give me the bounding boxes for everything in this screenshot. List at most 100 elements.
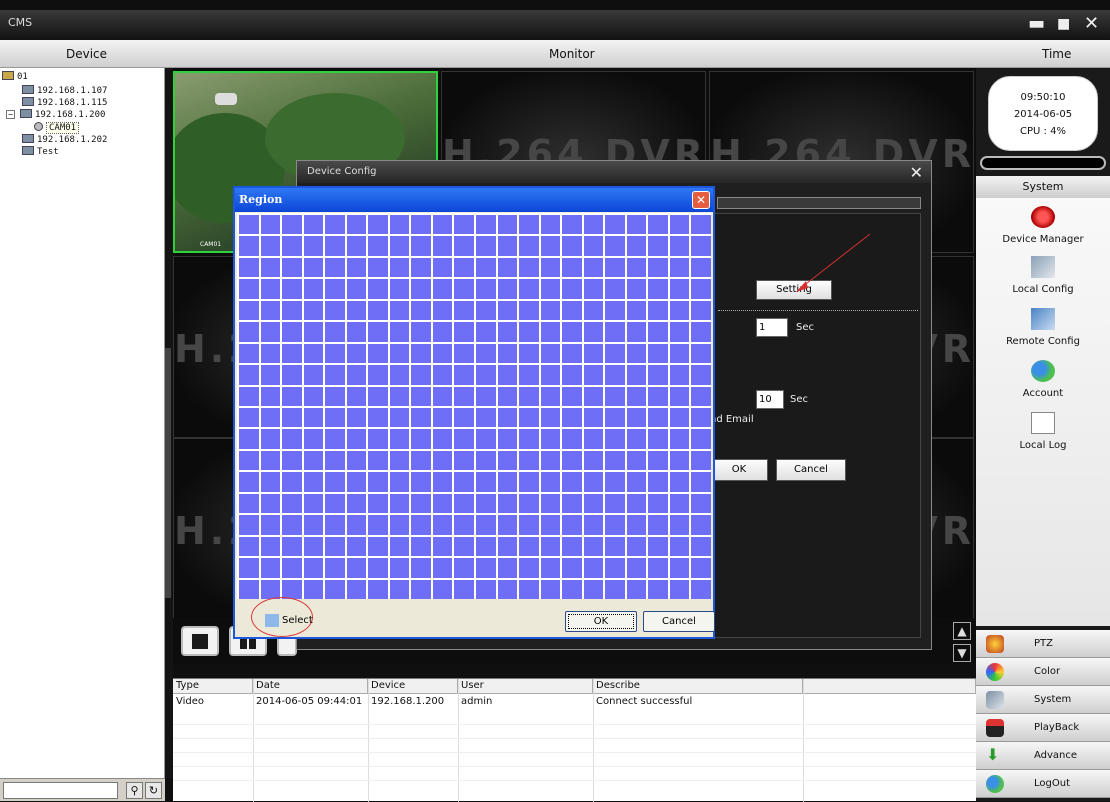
region-cell[interactable] xyxy=(669,386,690,406)
region-cell[interactable] xyxy=(282,579,302,599)
region-cell[interactable] xyxy=(368,365,388,385)
log-col-date[interactable]: Date xyxy=(253,679,368,694)
region-cell[interactable] xyxy=(368,343,388,364)
region-cell[interactable] xyxy=(626,279,647,299)
region-cell[interactable] xyxy=(389,558,410,578)
region-cell[interactable] xyxy=(476,579,496,599)
region-cell[interactable] xyxy=(432,536,453,557)
region-cell[interactable] xyxy=(519,322,539,342)
region-cell[interactable] xyxy=(303,536,324,557)
region-cell[interactable] xyxy=(325,579,345,599)
region-cell[interactable] xyxy=(260,343,281,364)
region-cell[interactable] xyxy=(497,300,518,321)
region-cell[interactable] xyxy=(583,472,604,492)
region-cell[interactable] xyxy=(239,493,259,514)
account-button[interactable]: Account xyxy=(976,360,1110,399)
region-cell[interactable] xyxy=(346,408,367,428)
refresh-icon[interactable]: ↻ xyxy=(145,782,162,799)
search-icon[interactable]: ⚲ xyxy=(126,782,143,799)
region-cell[interactable] xyxy=(432,429,453,449)
region-cell[interactable] xyxy=(540,408,561,428)
region-cell[interactable] xyxy=(411,215,431,235)
region-cell[interactable] xyxy=(540,365,561,385)
region-cell[interactable] xyxy=(583,322,604,342)
region-cell[interactable] xyxy=(476,386,496,406)
region-cell[interactable] xyxy=(669,300,690,321)
region-cell[interactable] xyxy=(282,450,302,471)
region-cell[interactable] xyxy=(389,257,410,278)
region-cell[interactable] xyxy=(519,279,539,299)
region-cell[interactable] xyxy=(669,236,690,256)
region-cell[interactable] xyxy=(691,322,711,342)
region-cell[interactable] xyxy=(389,365,410,385)
region-cell[interactable] xyxy=(562,515,582,535)
delay-input[interactable]: 10 xyxy=(756,390,784,409)
region-cell[interactable] xyxy=(497,386,518,406)
region-cell[interactable] xyxy=(519,215,539,235)
region-cell[interactable] xyxy=(346,579,367,599)
region-cell[interactable] xyxy=(282,322,302,342)
region-cell[interactable] xyxy=(669,322,690,342)
region-cell[interactable] xyxy=(669,257,690,278)
splitter-grip[interactable] xyxy=(165,348,171,598)
region-cell[interactable] xyxy=(583,536,604,557)
region-cell[interactable] xyxy=(540,450,561,471)
region-cell[interactable] xyxy=(282,300,302,321)
region-cell[interactable] xyxy=(432,300,453,321)
region-cell[interactable] xyxy=(303,236,324,256)
region-cell[interactable] xyxy=(691,472,711,492)
region-cell[interactable] xyxy=(432,386,453,406)
region-cell[interactable] xyxy=(605,579,625,599)
region-cell[interactable] xyxy=(669,215,690,235)
region-cell[interactable] xyxy=(432,579,453,599)
region-cell[interactable] xyxy=(605,493,625,514)
region-cell[interactable] xyxy=(626,343,647,364)
region-cell[interactable] xyxy=(368,450,388,471)
region-cell[interactable] xyxy=(239,579,259,599)
region-cell[interactable] xyxy=(626,300,647,321)
region-cell[interactable] xyxy=(583,493,604,514)
region-cell[interactable] xyxy=(476,236,496,256)
region-cell[interactable] xyxy=(346,300,367,321)
playback-button[interactable]: PlayBack xyxy=(976,714,1110,742)
region-cell[interactable] xyxy=(648,408,668,428)
region-cell[interactable] xyxy=(411,558,431,578)
region-cell[interactable] xyxy=(432,343,453,364)
region-cell[interactable] xyxy=(368,493,388,514)
region-cell[interactable] xyxy=(562,493,582,514)
region-cell[interactable] xyxy=(432,257,453,278)
region-cell[interactable] xyxy=(432,558,453,578)
logout-button[interactable]: LogOut xyxy=(976,770,1110,798)
region-cell[interactable] xyxy=(605,279,625,299)
region-cell[interactable] xyxy=(648,365,668,385)
region-cell[interactable] xyxy=(368,279,388,299)
tree-node-device[interactable]: 192.168.1.107 xyxy=(22,85,107,96)
region-cell[interactable] xyxy=(540,236,561,256)
region-cell[interactable] xyxy=(691,408,711,428)
region-cell[interactable] xyxy=(540,343,561,364)
region-cell[interactable] xyxy=(669,450,690,471)
region-cell[interactable] xyxy=(691,365,711,385)
region-cell[interactable] xyxy=(583,579,604,599)
region-cell[interactable] xyxy=(389,493,410,514)
region-cell[interactable] xyxy=(389,408,410,428)
region-cell[interactable] xyxy=(389,236,410,256)
region-cell[interactable] xyxy=(260,279,281,299)
region-cell[interactable] xyxy=(282,408,302,428)
region-cell[interactable] xyxy=(432,236,453,256)
region-cell[interactable] xyxy=(476,450,496,471)
region-cell[interactable] xyxy=(605,257,625,278)
region-cell[interactable] xyxy=(282,279,302,299)
region-cell[interactable] xyxy=(562,536,582,557)
region-cell[interactable] xyxy=(648,579,668,599)
region-cell[interactable] xyxy=(669,429,690,449)
region-cell[interactable] xyxy=(583,343,604,364)
region-cell[interactable] xyxy=(454,472,474,492)
region-cell[interactable] xyxy=(562,408,582,428)
region-cell[interactable] xyxy=(346,365,367,385)
region-cell[interactable] xyxy=(540,515,561,535)
region-cell[interactable] xyxy=(476,257,496,278)
region-cell[interactable] xyxy=(411,300,431,321)
region-cell[interactable] xyxy=(691,279,711,299)
region-cell[interactable] xyxy=(454,515,474,535)
